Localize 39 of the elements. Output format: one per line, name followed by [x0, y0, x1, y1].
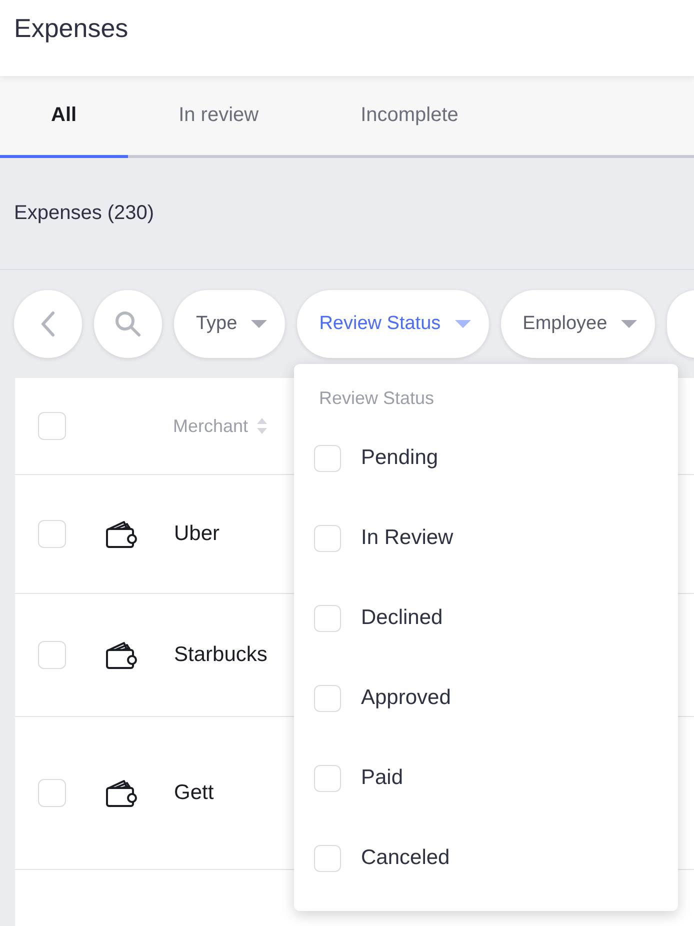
option-label[interactable]: In Review	[361, 526, 454, 550]
option-label[interactable]: Pending	[361, 446, 438, 470]
option-label[interactable]: Canceled	[361, 846, 450, 870]
tab[interactable]: Incomplete	[310, 76, 510, 158]
search-icon	[114, 310, 142, 338]
checkbox[interactable]	[38, 412, 66, 440]
section-title: Expenses (230)	[14, 202, 154, 225]
checkbox[interactable]	[314, 684, 341, 712]
option-label[interactable]: Declined	[361, 606, 443, 630]
tab[interactable]: All	[0, 76, 128, 158]
page-title: Expenses	[14, 12, 128, 44]
wallet-icon	[104, 778, 137, 808]
sort-icon[interactable]	[256, 416, 268, 436]
checkbox[interactable]	[314, 844, 341, 872]
caret-icon	[454, 320, 471, 328]
chevron-left-icon	[41, 311, 55, 337]
filter-dropdown[interactable]: Review Status	[297, 290, 489, 358]
checkbox[interactable]	[314, 764, 341, 792]
wallet-icon	[104, 519, 137, 549]
filter-dropdown[interactable]: Employee	[500, 290, 656, 358]
merchant-name: Gett	[174, 781, 214, 805]
option-label[interactable]: Approved	[361, 686, 451, 710]
checkbox[interactable]	[314, 524, 341, 552]
menu-title: Review Status	[319, 387, 436, 410]
checkbox[interactable]	[38, 779, 66, 807]
search-button[interactable]	[94, 290, 162, 358]
caret-icon	[621, 320, 638, 328]
caret-icon	[251, 320, 268, 328]
checkbox[interactable]	[314, 604, 341, 632]
filter-dropdown[interactable]: Type	[174, 290, 286, 358]
option-label[interactable]: Paid	[361, 766, 404, 790]
checkbox[interactable]	[314, 444, 341, 472]
checkbox[interactable]	[38, 520, 66, 548]
merchant-name: Starbucks	[174, 643, 268, 667]
tab[interactable]: In review	[128, 76, 310, 158]
merchant-name: Uber	[174, 522, 220, 546]
back-button[interactable]	[14, 290, 82, 358]
checkbox[interactable]	[38, 641, 66, 669]
wallet-icon	[104, 640, 137, 670]
